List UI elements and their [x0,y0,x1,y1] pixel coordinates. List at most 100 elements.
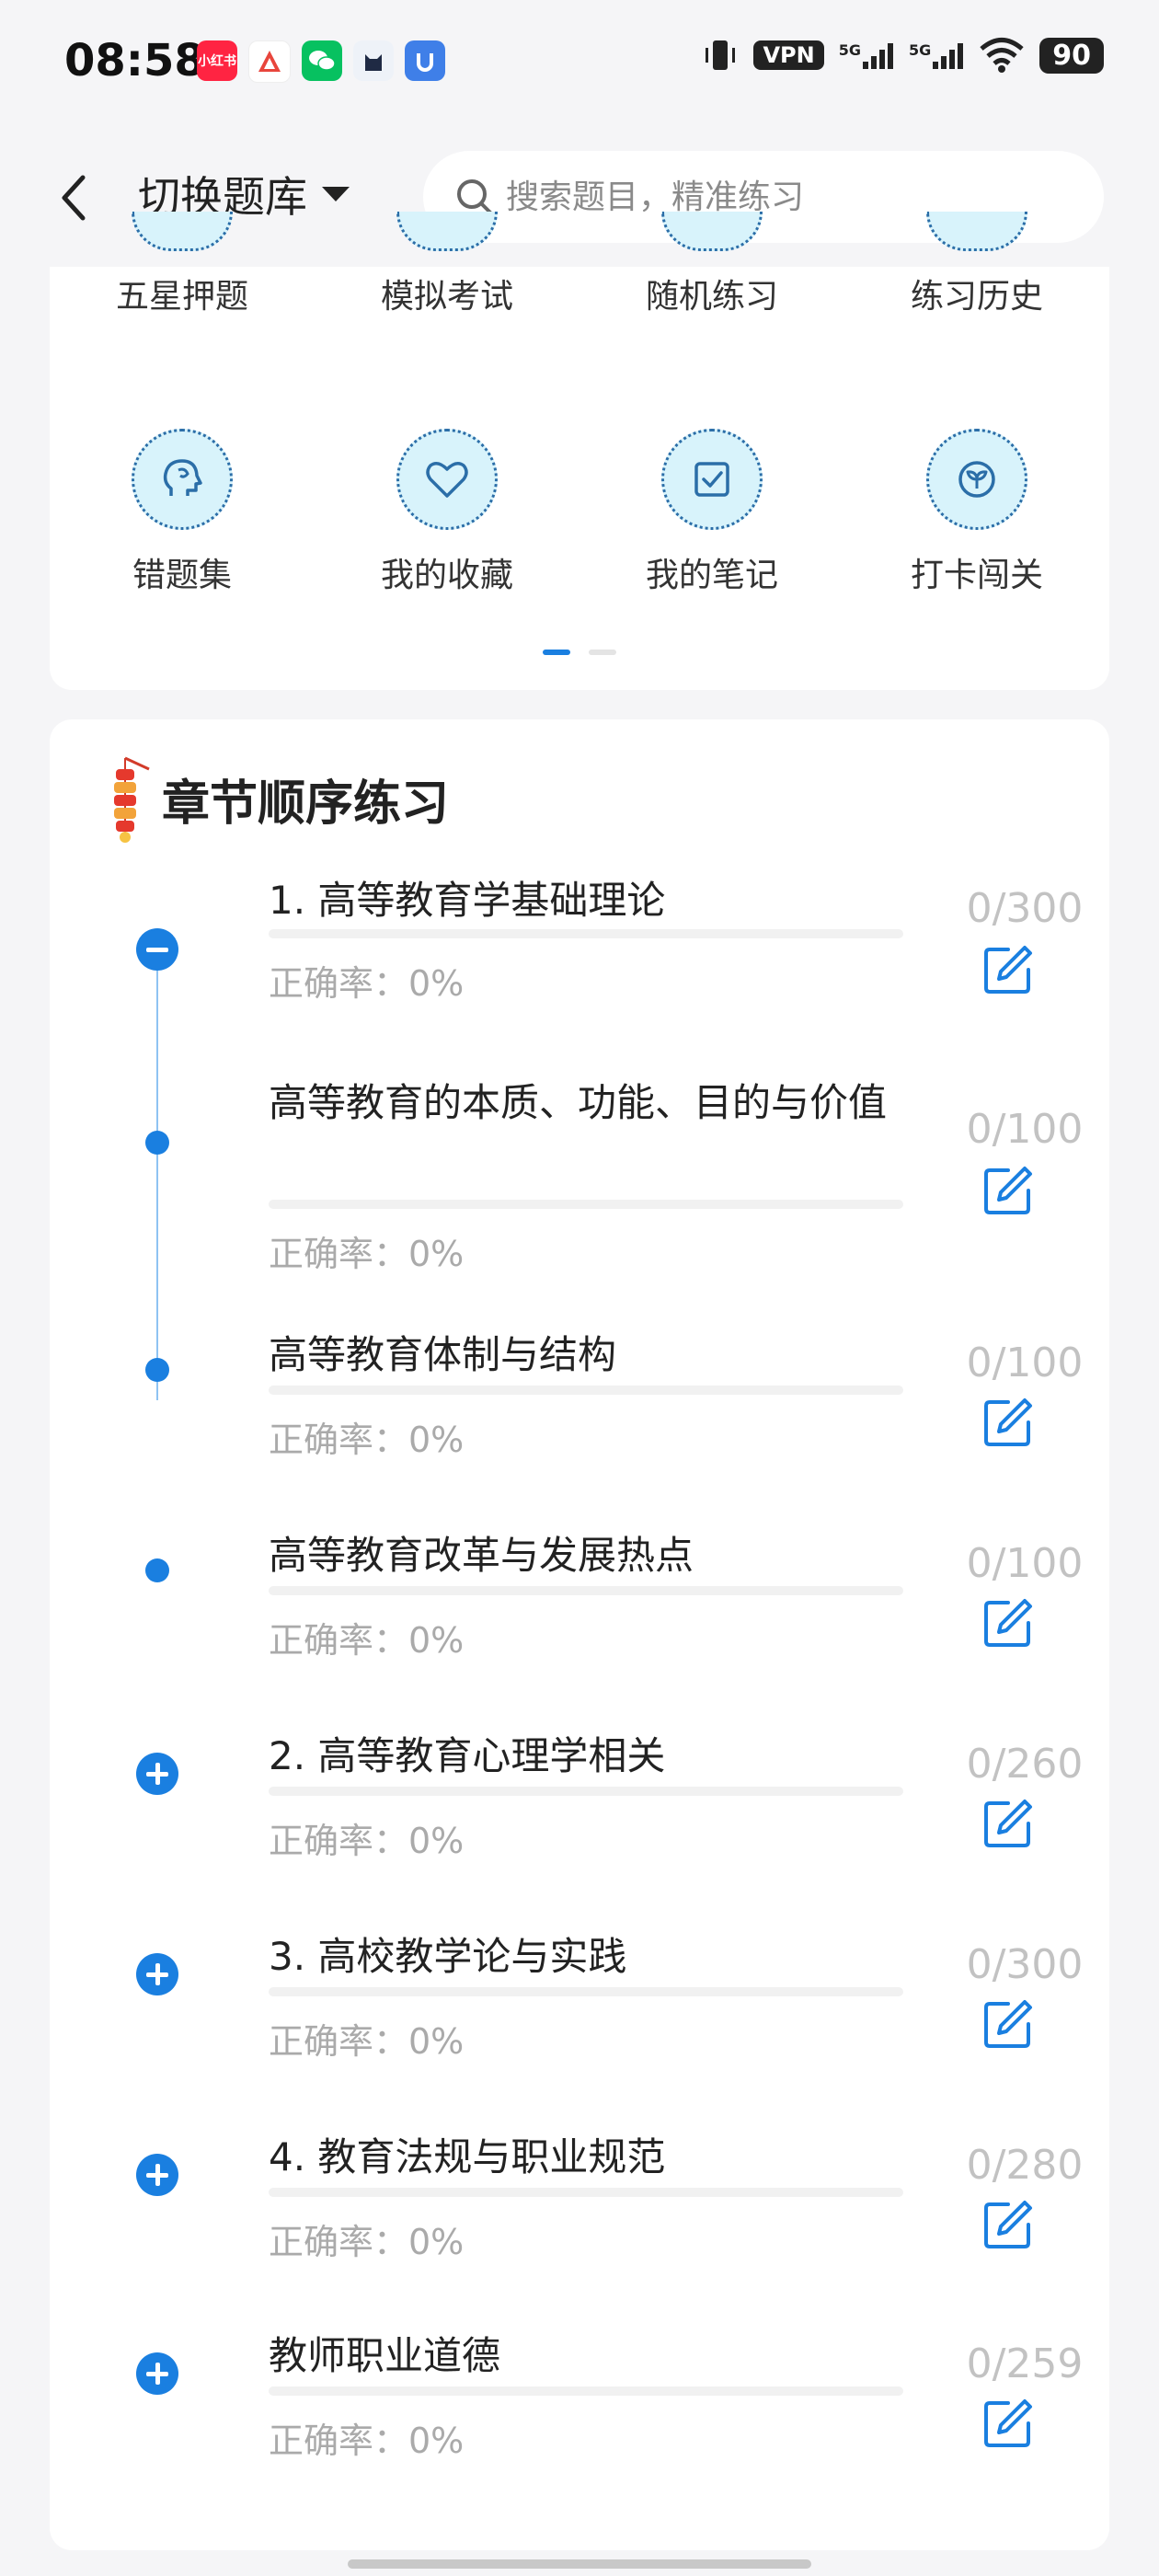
expand-node-icon[interactable] [136,2154,178,2196]
accuracy-text: 正确率：0% [269,1620,465,1661]
timeline-dot [145,1358,169,1382]
firecracker-icon [114,756,150,843]
menu-item-notes[interactable]: 我的笔记 [580,429,844,596]
chapter-row-title: 1. 高等教育学基础理论 [269,878,666,923]
accuracy-text: 正确率：0% [269,2021,465,2062]
shuffle-icon [661,212,763,251]
edit-icon[interactable] [981,1595,1036,1650]
app-dark-icon [353,40,394,81]
menu-item-label: 打卡闯关 [910,557,1043,594]
edit-icon[interactable] [981,1996,1036,2052]
edit-icon[interactable] [981,1163,1036,1218]
progress-bar [269,1200,903,1209]
chapter-row-title: 3. 高校教学论与实践 [269,1934,627,1979]
progress-bar [269,2386,903,2396]
expand-node-icon[interactable] [136,1953,178,1995]
head-icon [132,429,233,530]
notification-icons: 小红书 [197,40,445,83]
menu-item-label: 模拟考试 [380,278,513,316]
feature-menu-card: 五星押题 模拟考试 随机练习 练习历史 错题集 我的收藏 我的笔记 打卡闯关 [50,212,1109,690]
edit-icon[interactable] [981,1796,1036,1851]
question-count: 0/100 [966,1340,1084,1386]
wifi-icon [980,38,1024,73]
chapter-row-title: 2. 高等教育心理学相关 [269,1733,666,1778]
menu-item-label: 我的笔记 [645,557,778,594]
menu-item-label: 我的收藏 [380,557,513,594]
edit-icon[interactable] [981,2197,1036,2252]
chapter-row-title: 高等教育改革与发展热点 [269,1533,694,1578]
edit-icon[interactable] [981,942,1036,997]
timeline-dot [145,1131,169,1155]
edit-icon[interactable] [981,1395,1036,1450]
chapter-row-title: 4. 教育法规与职业规范 [269,2134,666,2179]
xiaohongshu-icon: 小红书 [197,40,237,81]
progress-bar [269,929,903,938]
menu-row-2: 错题集 我的收藏 我的笔记 打卡闯关 [50,429,1109,596]
status-bar: 08:58 小红书 VPN 5G 5G 90 [0,0,1159,129]
pager-dot-active[interactable] [543,650,570,655]
menu-item-favorites[interactable]: 我的收藏 [315,429,580,596]
expand-node-icon[interactable] [136,2352,178,2395]
note-check-icon [661,429,763,530]
menu-item-checkin[interactable]: 打卡闯关 [844,429,1109,596]
progress-bar [269,1386,903,1395]
question-count: 0/100 [966,1106,1084,1153]
battery-indicator: 90 [1039,37,1104,74]
vibrate-icon [706,40,736,70]
chapter-row-title: 高等教育体制与结构 [269,1332,617,1377]
signal-5g-icon-2: 5G [909,41,964,69]
chapter-row-title: 教师职业道德 [269,2333,501,2378]
menu-item-five-star[interactable]: 五星押题 [50,212,315,317]
collapse-node-icon[interactable] [136,928,178,971]
menu-item-label: 随机练习 [645,278,778,316]
progress-bar [269,2188,903,2197]
status-time: 08:58 [64,35,205,86]
progress-bar [269,1787,903,1796]
accuracy-text: 正确率：0% [269,2421,465,2461]
chapter-title: 章节顺序练习 [162,776,450,832]
chapter-practice-card: 章节顺序练习 1. 高等教育学基础理论 正确率：0% 0/300 高等教育的本质… [50,719,1109,2550]
menu-item-mock-exam[interactable]: 模拟考试 [315,212,580,317]
question-count: 0/260 [966,1741,1084,1788]
menu-item-practice-history[interactable]: 练习历史 [844,212,1109,317]
menu-item-random-practice[interactable]: 随机练习 [580,212,844,317]
progress-bar [269,1586,903,1595]
vpn-badge: VPN [753,40,824,70]
menu-item-wrong-questions[interactable]: 错题集 [50,429,315,596]
question-count: 0/300 [966,1941,1084,1988]
xiaohongshu-label: 小红书 [198,54,236,69]
menu-item-label: 练习历史 [910,278,1043,316]
menu-pager [543,650,616,655]
heart-icon [396,429,498,530]
accuracy-text: 正确率：0% [269,2222,465,2262]
star-icon [132,212,233,251]
signal1-label: 5G [838,41,861,59]
app-red-icon [248,40,291,83]
home-indicator[interactable] [348,2559,811,2569]
menu-item-label: 错题集 [132,557,232,594]
pager-dot[interactable] [589,650,616,655]
question-count: 0/259 [966,2340,1084,2387]
menu-item-label: 五星押题 [115,278,248,316]
accuracy-text: 正确率：0% [269,1821,465,1861]
progress-bar [269,1987,903,1996]
question-count: 0/280 [966,2142,1084,2189]
history-icon [926,212,1027,251]
sprout-icon [926,429,1027,530]
accuracy-text: 正确率：0% [269,1234,465,1274]
question-count: 0/300 [966,885,1084,932]
signal2-label: 5G [908,41,932,59]
accuracy-text: 正确率：0% [269,1420,465,1460]
signal-5g-icon: 5G [839,41,894,69]
menu-row-1: 五星押题 模拟考试 随机练习 练习历史 [50,212,1109,317]
edit-icon[interactable] [981,2396,1036,2451]
expand-node-icon[interactable] [136,1753,178,1795]
accuracy-text: 正确率：0% [269,963,465,1004]
timeline-dot [145,1558,169,1582]
caret-down-icon [322,187,350,201]
chapter-row-title: 高等教育的本质、功能、目的与价值 [269,1080,888,1125]
timeline-line [156,953,158,1400]
question-count: 0/100 [966,1540,1084,1587]
app-blue-icon [405,40,445,81]
exam-icon [396,212,498,251]
